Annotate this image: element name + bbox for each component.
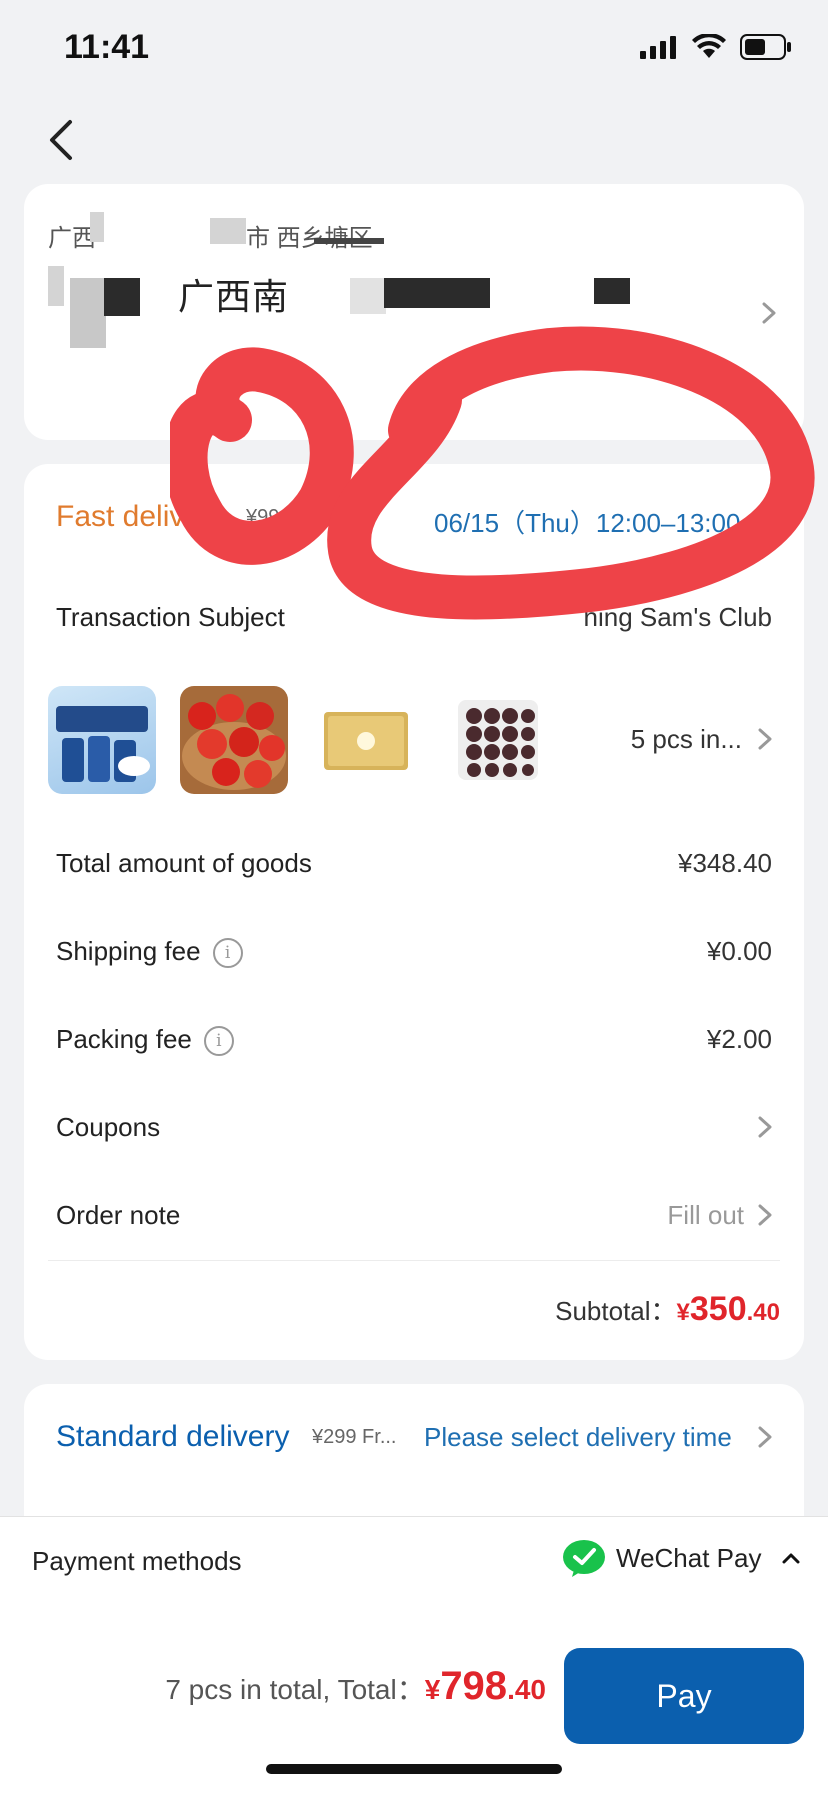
product-thumbnail[interactable] bbox=[312, 686, 420, 794]
redaction-block bbox=[350, 278, 386, 314]
total-currency: ¥ bbox=[424, 1674, 441, 1705]
order-note-label: Order note bbox=[56, 1200, 181, 1230]
order-note-input[interactable]: Fill out bbox=[667, 1200, 744, 1231]
signal-icon bbox=[640, 36, 676, 59]
select-delivery-time[interactable]: Please select delivery time bbox=[424, 1422, 732, 1453]
status-time: 11:41 bbox=[64, 28, 150, 66]
payment-methods-label: Payment methods bbox=[32, 1546, 242, 1576]
subtotal: Subtotal：¥350.40 bbox=[555, 1290, 780, 1329]
redaction-block bbox=[210, 218, 246, 244]
pay-button[interactable]: Pay bbox=[564, 1648, 804, 1744]
info-icon[interactable]: i bbox=[203, 1026, 234, 1057]
chevron-up-icon bbox=[782, 1553, 800, 1564]
wifi-icon bbox=[692, 34, 726, 58]
address-region: 广西 bbox=[48, 225, 96, 252]
battery-icon bbox=[740, 34, 791, 60]
product-thumbnail[interactable] bbox=[48, 686, 156, 794]
status-icons bbox=[640, 34, 792, 60]
redaction-block bbox=[104, 278, 140, 316]
total-goods-value: ¥348.40 bbox=[678, 848, 772, 878]
annotation-scribble bbox=[170, 326, 815, 620]
address-detail: 广西南 bbox=[178, 276, 290, 317]
home-indicator bbox=[266, 1764, 562, 1774]
shipping-fee-value: ¥0.00 bbox=[706, 936, 772, 966]
packing-fee-text: Packing fee bbox=[56, 1024, 192, 1054]
redaction-block bbox=[384, 278, 490, 308]
redaction-block bbox=[48, 266, 64, 306]
order-summary: 7 pcs in total, Total： bbox=[165, 1674, 425, 1705]
chevron-right-icon bbox=[758, 728, 772, 750]
subtotal-decimal: .40 bbox=[746, 1299, 780, 1326]
product-thumbnail[interactable] bbox=[180, 686, 288, 794]
total-goods-label: Total amount of goods bbox=[56, 848, 312, 878]
packing-fee-value: ¥2.00 bbox=[706, 1024, 772, 1054]
address-district: 市 西乡塘区 bbox=[246, 225, 373, 252]
chevron-right-icon bbox=[758, 1204, 772, 1226]
redaction-block bbox=[314, 238, 384, 244]
redaction-block bbox=[594, 278, 630, 304]
subtotal-amount: 350 bbox=[689, 1290, 747, 1328]
total-decimal: .40 bbox=[507, 1674, 546, 1705]
subtotal-label: Subtotal： bbox=[555, 1296, 677, 1326]
divider bbox=[48, 1260, 780, 1261]
redaction-block bbox=[90, 212, 104, 242]
standard-delivery-title: Standard delivery bbox=[56, 1420, 290, 1453]
chocolate-balls-image bbox=[458, 700, 538, 780]
order-total: 7 pcs in total, Total：¥798.40 bbox=[165, 1664, 546, 1709]
back-button[interactable] bbox=[40, 112, 84, 168]
standard-delivery-note: ¥299 Fr... bbox=[312, 1426, 397, 1448]
subtotal-currency: ¥ bbox=[676, 1299, 690, 1326]
chevron-right-icon bbox=[758, 1116, 772, 1138]
chevron-left-icon bbox=[50, 120, 72, 160]
total-amount: 798 bbox=[440, 1664, 508, 1708]
info-icon[interactable]: i bbox=[212, 938, 243, 969]
shipping-fee-label: Shipping fee i bbox=[56, 936, 243, 969]
payment-method-selector[interactable]: WeChat Pay bbox=[562, 1538, 803, 1578]
redaction-block bbox=[70, 278, 106, 348]
packing-fee-label: Packing fee i bbox=[56, 1024, 234, 1057]
yogurt-image bbox=[56, 706, 150, 782]
tomato-image bbox=[182, 694, 286, 790]
chevron-right-icon bbox=[758, 1426, 772, 1448]
payment-method-name: WeChat Pay bbox=[616, 1542, 762, 1573]
shipping-fee-text: Shipping fee bbox=[56, 936, 201, 966]
coupons-row[interactable]: Coupons bbox=[56, 1112, 160, 1143]
product-thumbnail[interactable] bbox=[444, 686, 552, 794]
items-summary[interactable]: 5 pcs in... bbox=[631, 724, 742, 755]
chocolate-box-image bbox=[324, 712, 408, 770]
wechat-icon bbox=[563, 1540, 605, 1577]
